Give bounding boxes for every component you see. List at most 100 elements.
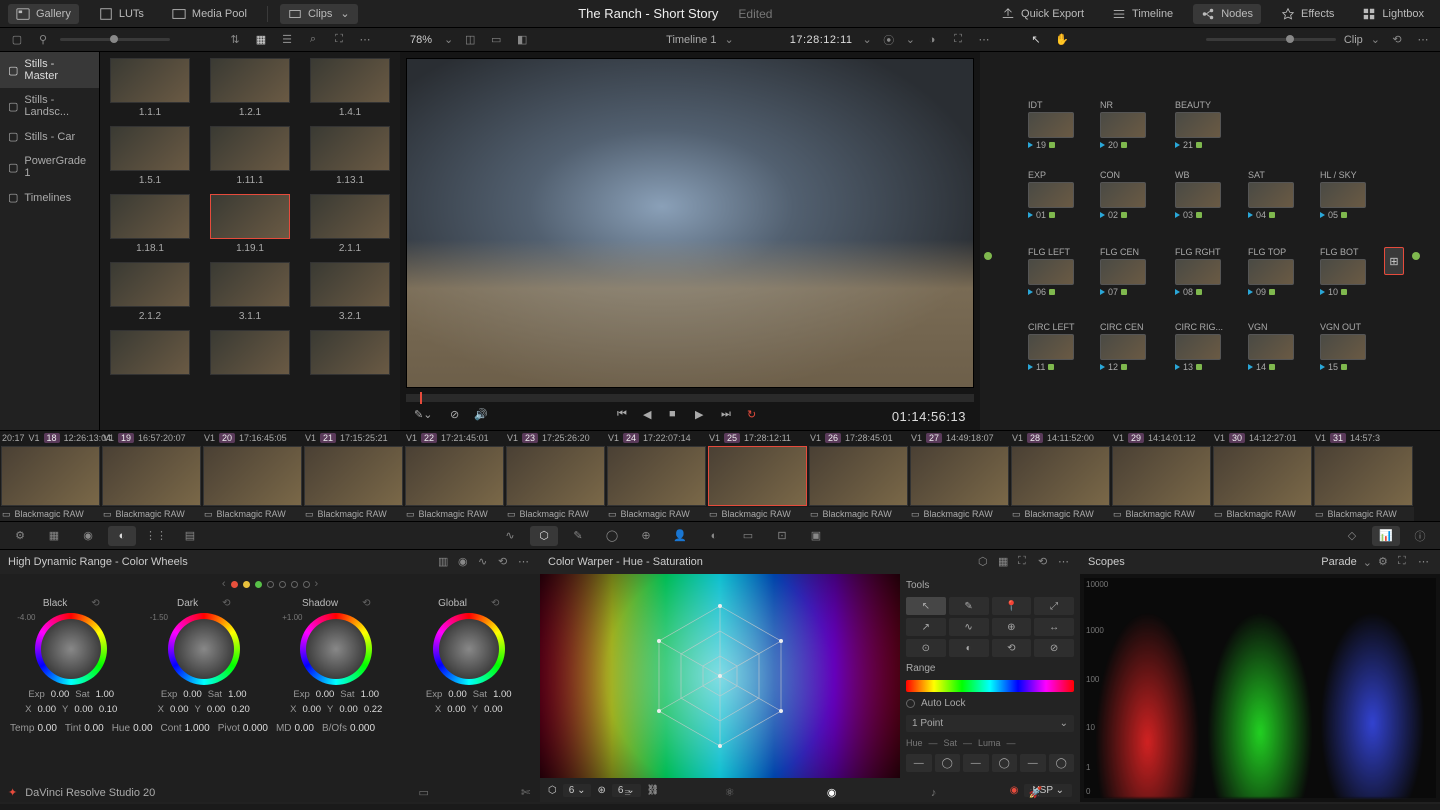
timeline-clip[interactable]: V12017:16:45:05▭Blackmagic RAW [202,431,303,521]
pin-icon[interactable]: ⚲ [34,31,52,49]
node[interactable]: VGN14 [1248,322,1294,372]
clips-tab[interactable]: Clips⌄ [280,4,358,24]
primaries-icon[interactable]: ◉ [74,526,102,546]
gallery-zoom-slider[interactable] [60,38,170,41]
ax-f[interactable]: ◯ [1049,754,1075,772]
scopes-expand-icon[interactable]: ⛶ [1398,555,1412,569]
page-cut-icon[interactable]: ✄ [513,784,539,802]
node[interactable]: FLG RGHT08 [1175,247,1221,297]
timeline-clip[interactable]: V12914:14:01:12▭Blackmagic RAW [1111,431,1212,521]
tool-increase[interactable]: ⊕ [992,618,1032,636]
zone-icon[interactable]: ▥ [438,555,452,569]
ax-b[interactable]: ◯ [935,754,961,772]
list-view-icon[interactable]: ☰ [278,31,296,49]
node[interactable]: NR20 [1100,100,1146,150]
compound-node[interactable]: ⊞ [1384,247,1404,275]
curves-icon[interactable]: ∿ [496,526,524,546]
tool-c[interactable]: ⟲ [992,639,1032,657]
node[interactable]: HL / SKY05 [1320,170,1366,220]
node-zoom-slider[interactable] [1206,38,1336,41]
zone-dots[interactable]: ‹ › [222,578,318,590]
still-thumb[interactable]: 1.11.1 [206,126,294,186]
timeline-clip[interactable]: V13014:12:27:01▭Blackmagic RAW [1212,431,1313,521]
loop-icon[interactable]: ↻ [747,408,763,424]
timeline-clip[interactable]: V13114:57:3▭Blackmagic RAW [1313,431,1414,521]
still-thumb[interactable]: 3.1.1 [206,262,294,322]
pointer-icon[interactable]: ↖ [1027,31,1045,49]
node[interactable]: FLG CEN07 [1100,247,1146,297]
graph-icon[interactable]: ∿ [478,555,492,569]
search-icon[interactable]: ⌕ [304,31,322,49]
still-thumb[interactable]: 1.18.1 [106,194,194,254]
node[interactable]: WB03 [1175,170,1221,220]
timeline-clip[interactable]: V12317:25:26:20▭Blackmagic RAW [505,431,606,521]
magic-mask-icon[interactable]: 👤 [666,526,694,546]
autolock-check[interactable]: Auto Lock [906,698,1074,709]
camera-raw-icon[interactable]: ⚙ [6,526,34,546]
timeline-clip[interactable]: V12417:22:07:14▭Blackmagic RAW [606,431,707,521]
still-thumb[interactable]: 2.1.2 [106,262,194,322]
lightbox-toggle[interactable]: Lightbox [1354,4,1432,24]
ax-d[interactable]: ◯ [992,754,1018,772]
still-thumb[interactable] [206,330,294,375]
node[interactable]: FLG LEFT06 [1028,247,1074,297]
scopes-more-icon[interactable]: ⋯ [1418,555,1432,569]
still-thumb[interactable]: 1.2.1 [206,58,294,118]
color-wheel[interactable]: Shadow⟲+1.00Exp0.00Sat1.00X0.00Y0.000.22 [276,598,396,715]
nodes-toggle[interactable]: Nodes [1193,4,1261,24]
mediapool-tab[interactable]: Media Pool [164,4,255,24]
node-graph[interactable]: ⊞ IDT19NR20BEAUTY21EXP01CON02WB03SAT04HL… [980,52,1440,430]
scrub-bar[interactable] [406,394,974,402]
colorspace-icon[interactable]: ◉ [1010,785,1019,796]
tool-draw[interactable]: ✎ [949,597,989,615]
tool-a[interactable]: ⊙ [906,639,946,657]
expand-icon[interactable]: ⛶ [330,31,348,49]
page-edit-icon[interactable]: ≡ [615,784,641,802]
picker-icon[interactable]: ✎⌄ [414,408,430,424]
node[interactable]: IDT19 [1028,100,1074,150]
effects-toggle[interactable]: Effects [1273,4,1342,24]
album-item[interactable]: ▢PowerGrade 1 [0,149,99,185]
more2-icon[interactable]: ⋯ [975,31,993,49]
wipe-icon[interactable]: ◧ [513,31,531,49]
3d-icon[interactable]: ▣ [802,526,830,546]
reset-icon[interactable]: ⟲ [91,598,99,609]
timeline-clip[interactable]: V12714:49:18:07▭Blackmagic RAW [909,431,1010,521]
album-item[interactable]: ▢Stills - Car [0,124,99,149]
timeline-clip[interactable]: V11916:57:20:07▭Blackmagic RAW [101,431,202,521]
bypass-icon[interactable]: ⊘ [450,408,466,424]
highlight-icon[interactable]: ▭ [487,31,505,49]
global-param[interactable]: B/Ofs0.000 [322,723,375,734]
tool-smooth[interactable]: ∿ [949,618,989,636]
global-param[interactable]: Cont1.000 [161,723,210,734]
still-thumb[interactable]: 3.2.1 [306,262,394,322]
sizing-icon[interactable]: ⊡ [768,526,796,546]
clip-strip[interactable]: 20:17V11812:26:13:04▭Blackmagic RAWV1191… [0,430,1440,522]
page-color-icon[interactable]: ◉ [819,784,845,802]
color-wheel[interactable]: Black⟲-4.00Exp0.00Sat1.00X0.00Y0.000.10 [11,598,131,715]
record-icon[interactable]: ⦿ [880,31,898,49]
page-fusion-icon[interactable]: ⚛ [717,784,743,802]
still-thumb[interactable] [306,330,394,375]
sat-res-icon[interactable]: ⊛ [597,785,605,796]
node[interactable]: EXP01 [1028,170,1074,220]
warper-mode1-icon[interactable]: ⬡ [978,555,992,569]
color-manage-icon[interactable]: ◑ [923,31,941,49]
reset-icon[interactable]: ⟲ [222,598,230,609]
warper-mode2-icon[interactable]: ▦ [998,555,1012,569]
color-wheel[interactable]: Global⟲Exp0.00Sat1.00X0.00Y0.00 [409,598,529,715]
node[interactable]: CIRC LEFT11 [1028,322,1074,372]
ax-a[interactable]: — [906,754,932,772]
tool-decrease[interactable]: ↔ [1034,618,1074,636]
ax-c[interactable]: — [963,754,989,772]
tool-pull[interactable]: ⤢ [1034,597,1074,615]
prev-frame-icon[interactable]: ◀ [643,408,659,424]
still-thumb[interactable]: 2.1.1 [306,194,394,254]
reset-icon[interactable]: ⟲ [362,598,370,609]
timeline-clip[interactable]: V12117:15:25:21▭Blackmagic RAW [303,431,404,521]
grid-view-icon[interactable]: ▦ [252,31,270,49]
point-select[interactable]: 1 Point⌄ [906,715,1074,732]
more-icon[interactable]: ⋯ [356,31,374,49]
still-thumb[interactable]: 1.19.1 [206,194,294,254]
node[interactable]: VGN OUT15 [1320,322,1366,372]
